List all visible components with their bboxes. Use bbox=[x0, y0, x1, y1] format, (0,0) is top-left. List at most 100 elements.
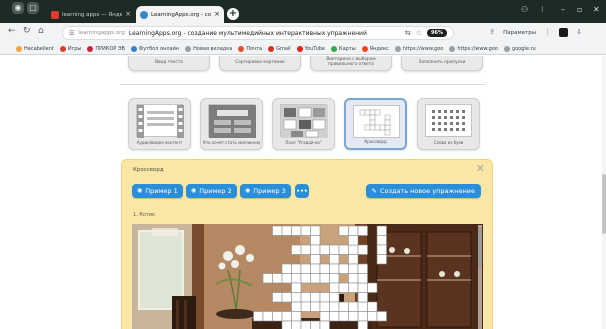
close-tab-icon[interactable]: × bbox=[214, 11, 220, 18]
more-icon[interactable]: ⋮ bbox=[544, 29, 551, 36]
crossword-cell[interactable] bbox=[348, 244, 359, 255]
extensions-icon[interactable]: ⁝ bbox=[541, 6, 544, 14]
crossword-cell[interactable] bbox=[329, 282, 340, 293]
crossword-cell[interactable] bbox=[291, 320, 302, 329]
crossword-cell[interactable] bbox=[253, 311, 264, 322]
crossword-cell[interactable] bbox=[329, 254, 340, 265]
crossword-cell[interactable] bbox=[348, 273, 359, 284]
extension-icon[interactable] bbox=[559, 28, 569, 37]
crossword-cell[interactable] bbox=[272, 292, 283, 303]
back-icon[interactable]: ← bbox=[8, 27, 16, 36]
crossword-cell[interactable] bbox=[357, 244, 368, 255]
tab-learningapps[interactable]: LearningApps.org - создание × bbox=[136, 6, 224, 23]
bookmark-item[interactable]: YouTube bbox=[296, 45, 325, 52]
crossword-cell[interactable] bbox=[357, 225, 368, 236]
crossword-cell[interactable] bbox=[376, 311, 387, 322]
crossword-cell[interactable] bbox=[338, 225, 349, 236]
crossword-cell[interactable] bbox=[319, 320, 330, 329]
crossword-cell[interactable] bbox=[291, 263, 302, 274]
template-tile-audio-video[interactable]: Аудио/видео контент bbox=[128, 98, 191, 150]
template-fill-gaps[interactable]: Заполнить пропуски bbox=[401, 56, 483, 71]
crossword-cell[interactable] bbox=[272, 225, 283, 236]
address-bar[interactable]: ☰ learningapps.org LearningApps.org - со… bbox=[62, 26, 454, 40]
crossword-cell[interactable] bbox=[281, 292, 292, 303]
preview-scrollbar-thumb[interactable] bbox=[478, 228, 482, 268]
close-icon[interactable]: ✕ bbox=[476, 163, 485, 174]
crossword-cell[interactable] bbox=[348, 225, 359, 236]
template-tile-crossword[interactable]: Кроссворд bbox=[344, 98, 407, 150]
maximize-icon[interactable]: ▫ bbox=[577, 6, 582, 14]
crossword-cell[interactable] bbox=[348, 235, 359, 246]
crossword-cell[interactable] bbox=[376, 244, 387, 255]
example-1-button[interactable]: ◉ Пример 1 bbox=[132, 184, 183, 198]
close-window-icon[interactable]: ✕ bbox=[593, 6, 600, 14]
crossword-cell[interactable] bbox=[310, 235, 321, 246]
crossword-cell[interactable] bbox=[310, 301, 321, 312]
crossword-cell[interactable] bbox=[338, 282, 349, 293]
close-tab-icon[interactable]: × bbox=[125, 11, 131, 18]
crossword-cell[interactable] bbox=[357, 301, 368, 312]
crossword-cell[interactable] bbox=[357, 292, 368, 303]
speed-badge[interactable]: 96% bbox=[427, 29, 447, 37]
crossword-cell[interactable] bbox=[338, 263, 349, 274]
crossword-cell[interactable] bbox=[300, 320, 311, 329]
bookmark-item[interactable]: Новая вкладка bbox=[185, 45, 232, 52]
crossword-cell[interactable] bbox=[272, 273, 283, 284]
crossword-cell[interactable] bbox=[348, 301, 359, 312]
translate-icon[interactable]: ⇆ bbox=[405, 29, 411, 37]
example-3-button[interactable]: ◉ Пример 3 bbox=[240, 184, 291, 198]
bookmark-star-icon[interactable]: ☆ bbox=[416, 29, 422, 37]
crossword-cell[interactable] bbox=[329, 311, 340, 322]
bookmark-item[interactable]: Футбол онлайн bbox=[130, 45, 179, 52]
crossword-cell[interactable] bbox=[310, 225, 321, 236]
tab-yandex[interactable]: learning apps — Яндекс × bbox=[47, 6, 135, 23]
crossword-cell[interactable] bbox=[357, 273, 368, 284]
crossword-cell[interactable] bbox=[281, 225, 292, 236]
bookmark-item[interactable]: Gmail bbox=[268, 45, 291, 52]
site-info-icon[interactable]: ☰ bbox=[69, 30, 74, 37]
crossword-cell[interactable] bbox=[376, 225, 387, 236]
crossword-cell[interactable] bbox=[319, 263, 330, 274]
crossword-cell[interactable] bbox=[348, 254, 359, 265]
crossword-cell[interactable] bbox=[338, 301, 349, 312]
crossword-cell[interactable] bbox=[357, 320, 368, 329]
tab-search-icon[interactable]: ▢ bbox=[27, 2, 39, 14]
bookmark-item[interactable]: Яндекс bbox=[361, 45, 389, 52]
crossword-cell[interactable] bbox=[281, 311, 292, 322]
home-icon[interactable]: ⌂ bbox=[38, 27, 44, 36]
bookmark-item[interactable]: Почта bbox=[238, 45, 262, 52]
crossword-cell[interactable] bbox=[367, 282, 378, 293]
reload-icon[interactable]: ↻ bbox=[23, 27, 31, 36]
template-tile-letter-words[interactable]: Слова из букв bbox=[417, 98, 480, 150]
crossword-cell[interactable] bbox=[291, 225, 302, 236]
template-quiz[interactable]: Викторина с выбором правильного ответа bbox=[310, 56, 392, 71]
crossword-cell[interactable] bbox=[281, 273, 292, 284]
bookmark-item[interactable]: https://www.goo bbox=[394, 45, 443, 52]
bookmark-item[interactable]: google.ru bbox=[503, 45, 536, 52]
crossword-cell[interactable] bbox=[357, 282, 368, 293]
crossword-cell[interactable] bbox=[357, 263, 368, 274]
crossword-cell[interactable] bbox=[329, 292, 340, 303]
crossword-cell[interactable] bbox=[319, 273, 330, 284]
crossword-cell[interactable] bbox=[376, 235, 387, 246]
example-2-button[interactable]: ◉ Пример 2 bbox=[186, 184, 237, 198]
crossword-cell[interactable] bbox=[348, 311, 359, 322]
crossword-cell[interactable] bbox=[281, 263, 292, 274]
crossword-cell[interactable] bbox=[376, 254, 387, 265]
crossword-cell[interactable] bbox=[300, 301, 311, 312]
crossword-cell[interactable] bbox=[300, 273, 311, 284]
crossword-cell[interactable] bbox=[319, 244, 330, 255]
crossword-cell[interactable] bbox=[367, 301, 378, 312]
crossword-cell[interactable] bbox=[310, 263, 321, 274]
bookmark-item[interactable]: Hacabellent bbox=[16, 45, 54, 52]
crossword-cell[interactable] bbox=[310, 254, 321, 265]
crossword-cell[interactable] bbox=[319, 311, 330, 322]
bookmark-item[interactable]: Игры bbox=[59, 45, 81, 52]
crossword-cell[interactable] bbox=[357, 311, 368, 322]
new-tab-icon[interactable]: + bbox=[227, 8, 239, 20]
crossword-cell[interactable] bbox=[300, 225, 311, 236]
template-text-input[interactable]: Ввод текста bbox=[128, 56, 210, 71]
minimize-icon[interactable]: – bbox=[561, 6, 565, 14]
template-image-sorting[interactable]: Сортировка картинок bbox=[219, 56, 301, 71]
crossword-cell[interactable] bbox=[329, 263, 340, 274]
